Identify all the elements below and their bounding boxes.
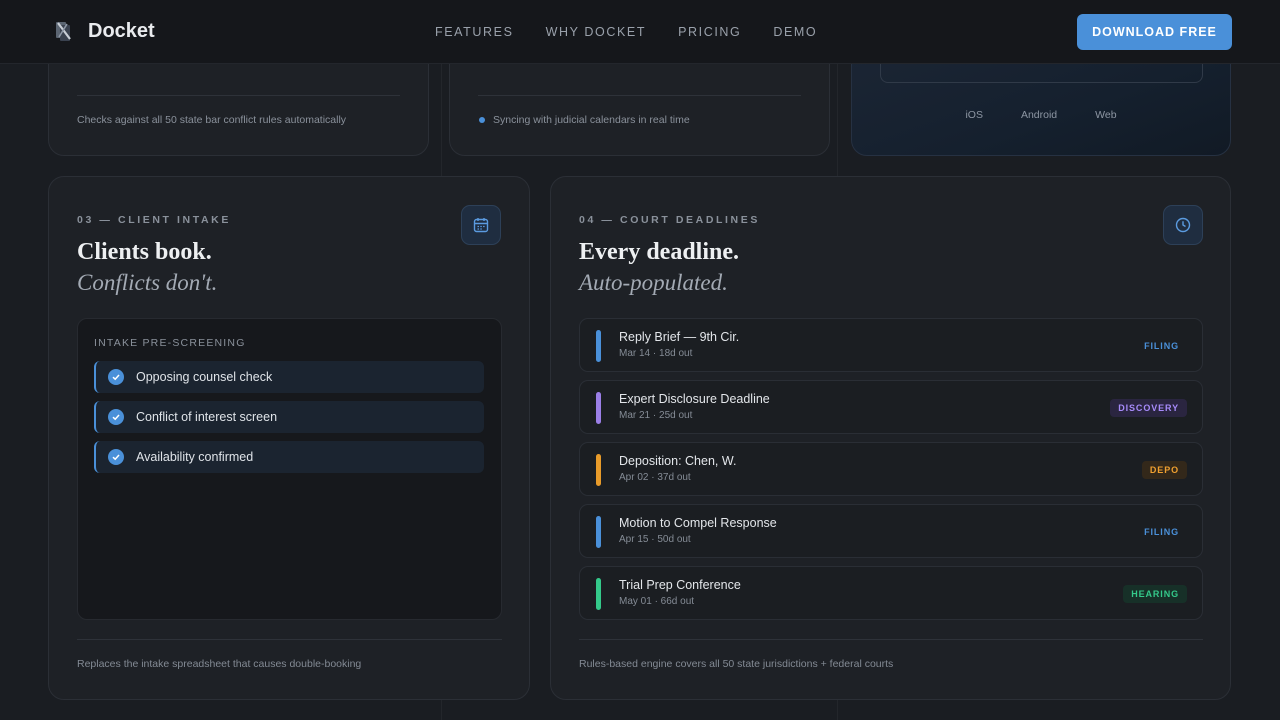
nav-link-why-docket[interactable]: WHY DOCKET [546, 25, 647, 39]
docket-logo-icon [54, 19, 74, 43]
deadline-tag: DISCOVERY [1110, 399, 1187, 417]
check-label: Conflict of interest screen [136, 410, 278, 424]
deadline-meta: May 01 · 66d out [619, 596, 695, 607]
section-eyebrow: 04 — COURT DEADLINES [579, 214, 760, 226]
deadline-title: Motion to Compel Response [619, 516, 777, 530]
intake-panel: INTAKE PRE-SCREENING Opposing counsel ch… [77, 318, 502, 620]
deadline-title: Expert Disclosure Deadline [619, 392, 770, 406]
checkmark-icon [108, 409, 124, 425]
deadline-tag: FILING [1144, 527, 1179, 537]
deadline-meta: Apr 02 · 37d out [619, 472, 691, 483]
card-title: Every deadline. [579, 239, 739, 265]
card-title: Clients book. [77, 239, 212, 265]
deadline-title: Reply Brief — 9th Cir. [619, 330, 740, 344]
card-divider [77, 95, 400, 96]
calendar-icon [461, 205, 501, 245]
nav-link-features[interactable]: FEATURES [435, 25, 514, 39]
deadline-tag: HEARING [1123, 585, 1187, 603]
client-intake-card: 03 — CLIENT INTAKE Clients book. Conflic… [48, 176, 530, 700]
deadline-item[interactable]: Motion to Compel Response Apr 15 · 50d ou… [579, 504, 1203, 558]
deadline-color-bar [596, 330, 601, 362]
card-footnote: Rules-based engine covers all 50 state j… [579, 658, 894, 670]
card-subtitle: Conflicts don't. [77, 270, 218, 295]
check-opposing-counsel[interactable]: Opposing counsel check [94, 361, 484, 393]
card-divider [478, 95, 801, 96]
check-availability[interactable]: Availability confirmed [94, 441, 484, 473]
deadline-tag: DEPO [1141, 461, 1187, 479]
deadline-item[interactable]: Expert Disclosure Deadline Mar 21 · 25d o… [579, 380, 1203, 434]
deadline-tag: FILING [1144, 341, 1179, 351]
checkmark-icon [108, 449, 124, 465]
check-conflict-of-interest[interactable]: Conflict of interest screen [94, 401, 484, 433]
deadline-meta: Apr 15 · 50d out [619, 534, 691, 545]
sync-status-dot [479, 117, 485, 123]
deadline-meta: Mar 14 · 18d out [619, 348, 693, 359]
nav-link-demo[interactable]: DEMO [773, 25, 817, 39]
section-eyebrow: 03 — CLIENT INTAKE [77, 214, 231, 226]
clock-icon [1163, 205, 1203, 245]
deadline-item[interactable]: Reply Brief — 9th Cir. Mar 14 · 18d out FI… [579, 318, 1203, 372]
platform-web[interactable]: Web [1095, 109, 1116, 121]
intake-panel-title: INTAKE PRE-SCREENING [94, 337, 246, 349]
deadline-meta: Mar 21 · 25d out [619, 410, 693, 421]
brand-logo[interactable]: Docket [54, 19, 155, 43]
platform-list: iOS Android Web [852, 109, 1230, 121]
checkmark-icon [108, 369, 124, 385]
platform-android[interactable]: Android [1021, 109, 1057, 121]
deadline-title: Trial Prep Conference [619, 578, 741, 592]
brand-name: Docket [88, 19, 155, 42]
card-divider [77, 639, 502, 640]
deadline-color-bar [596, 392, 601, 424]
deadline-color-bar [596, 454, 601, 486]
card-subtitle: Auto-populated. [579, 270, 728, 295]
card-note: Syncing with judicial calendars in real … [493, 114, 690, 126]
card-note: Checks against all 50 state bar conflict… [77, 114, 347, 126]
check-label: Availability confirmed [136, 450, 254, 464]
download-free-button[interactable]: DOWNLOAD FREE [1077, 14, 1232, 50]
platform-ios[interactable]: iOS [965, 109, 983, 121]
deadline-item[interactable]: Trial Prep Conference May 01 · 66d out HEA… [579, 566, 1203, 620]
deadline-item[interactable]: Deposition: Chen, W. Apr 02 · 37d out DEPO [579, 442, 1203, 496]
deadline-color-bar [596, 516, 601, 548]
nav-links: FEATURES WHY DOCKET PRICING DEMO [435, 25, 817, 39]
nav-link-pricing[interactable]: PRICING [678, 25, 741, 39]
top-nav: Docket FEATURES WHY DOCKET PRICING DEMO … [0, 0, 1280, 64]
card-footnote: Replaces the intake spreadsheet that cau… [77, 658, 362, 670]
deadline-title: Deposition: Chen, W. [619, 454, 737, 468]
court-deadlines-card: 04 — COURT DEADLINES Every deadline. Aut… [550, 176, 1231, 700]
check-label: Opposing counsel check [136, 370, 273, 384]
card-divider [579, 639, 1203, 640]
deadline-color-bar [596, 578, 601, 610]
